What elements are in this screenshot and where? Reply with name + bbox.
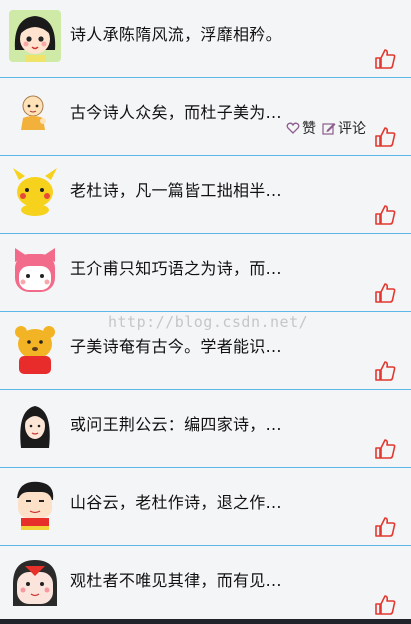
thumbs-up-icon[interactable] (373, 47, 397, 71)
thumbs-up-icon[interactable] (373, 437, 397, 461)
thumbs-up-icon[interactable] (373, 125, 397, 149)
post-text: 古今诗人众矣，而杜子美为... (70, 103, 282, 122)
list-item[interactable]: 子美诗奄有古今。学者能识... (0, 312, 411, 390)
thumbs-up-icon[interactable] (373, 281, 397, 305)
list-item[interactable]: 老杜诗，凡一篇皆工拙相半... (0, 156, 411, 234)
post-text: 子美诗奄有古今。学者能识... (70, 337, 282, 356)
yellow-pikachu-avatar[interactable] (9, 166, 61, 218)
post-text: 观杜者不唯见其律，而有见... (70, 571, 282, 590)
monk-boy-avatar[interactable] (9, 88, 61, 140)
thumbs-up-icon[interactable] (373, 515, 397, 539)
thumbs-up-icon[interactable] (373, 359, 397, 383)
list-item[interactable]: 或问王荆公云：编四家诗，... (0, 390, 411, 468)
like-label: 赞 (302, 121, 316, 137)
thumbs-up-icon[interactable] (373, 203, 397, 227)
girl-bob-hair-avatar[interactable] (9, 10, 61, 62)
post-text: 诗人承陈隋风流，浮靡相矜。 (70, 25, 282, 44)
list-item[interactable]: 山谷云，老杜作诗，退之作... (0, 468, 411, 546)
bottom-bar (0, 619, 411, 624)
pink-cat-avatar[interactable] (9, 244, 61, 296)
post-text: 王介甫只知巧语之为诗，而... (70, 259, 282, 278)
comment-label: 评论 (338, 121, 366, 137)
action-bar: 赞 评论 (286, 118, 372, 138)
like-action[interactable]: 赞 (286, 118, 316, 138)
post-list: 诗人承陈隋风流，浮靡相矜。 古今诗人众矣，而杜子美为... 赞 评论 老杜诗，凡… (0, 0, 411, 619)
winnie-bear-avatar[interactable] (9, 322, 61, 374)
list-item[interactable]: 观杜者不唯见其律，而有见... (0, 546, 411, 619)
list-item[interactable]: 诗人承陈隋风流，浮靡相矜。 (0, 0, 411, 78)
thumbs-up-icon[interactable] (373, 593, 397, 617)
list-item[interactable]: 王介甫只知巧语之为诗，而... (0, 234, 411, 312)
long-hair-woman-avatar[interactable] (9, 400, 61, 452)
red-bird-avatar[interactable] (9, 556, 61, 608)
heart-icon (286, 122, 300, 134)
comment-action[interactable]: 评论 (322, 118, 366, 138)
post-text: 山谷云，老杜作诗，退之作... (70, 493, 282, 512)
post-text: 老杜诗，凡一篇皆工拙相半... (70, 181, 282, 200)
list-item[interactable]: 古今诗人众矣，而杜子美为... 赞 评论 (0, 78, 411, 156)
edit-icon (322, 123, 336, 135)
crayon-shin-avatar[interactable] (9, 478, 61, 530)
post-text: 或问王荆公云：编四家诗，... (70, 415, 282, 434)
